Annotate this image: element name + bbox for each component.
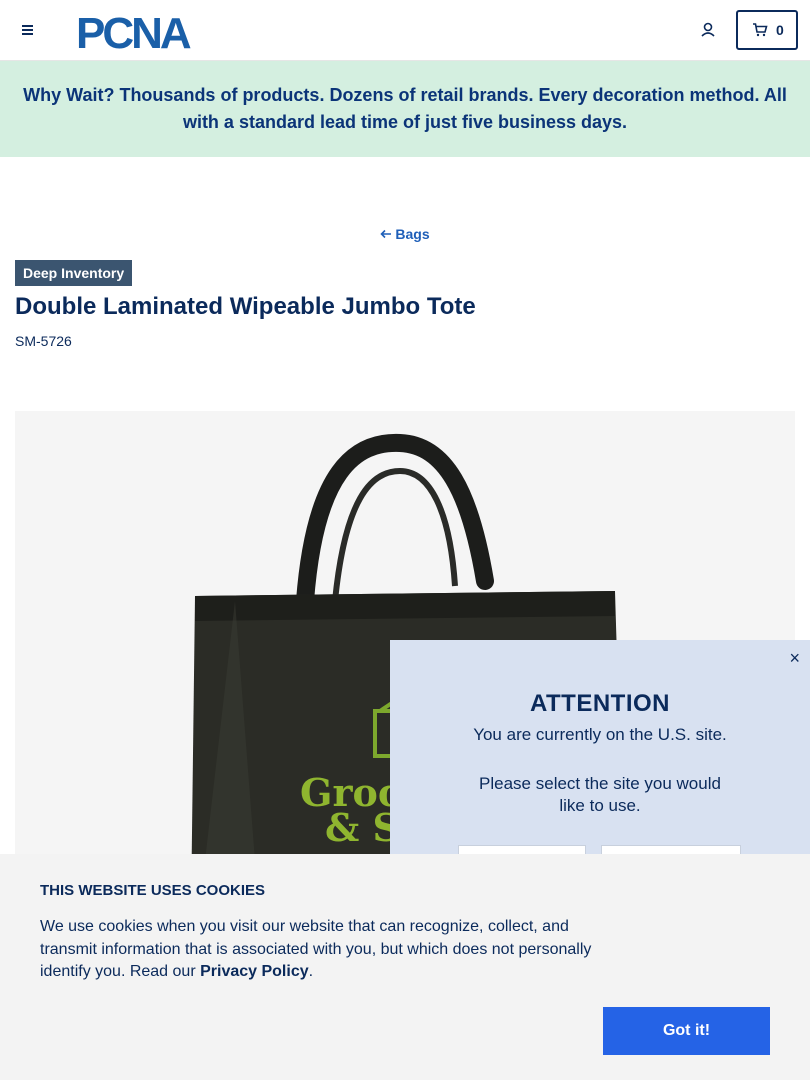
attention-prompt: Please select the site you would like to… — [479, 774, 721, 815]
cookie-text: We use cookies when you visit our websit… — [40, 916, 600, 984]
back-link-label: Bags — [395, 226, 430, 242]
promo-banner-text: Why Wait? Thousands of products. Dozens … — [23, 85, 787, 132]
cookie-title: THIS WEBSITE USES COOKIES — [40, 882, 266, 899]
product-sku: SM-5726 — [15, 333, 72, 349]
attention-modal: × ATTENTION You are currently on the U.S… — [390, 640, 810, 885]
svg-text:PCNA: PCNA — [76, 10, 191, 50]
attention-message: You are currently on the U.S. site. — [473, 725, 727, 744]
account-icon[interactable] — [698, 20, 718, 40]
back-to-category-link[interactable]: Bags — [0, 226, 810, 242]
cookie-text-end: . — [308, 963, 314, 980]
cookie-text-body: We use cookies when you visit our websit… — [40, 918, 592, 980]
privacy-policy-link[interactable]: Privacy Policy — [200, 963, 309, 980]
pcna-logo[interactable]: PCNA — [76, 10, 226, 50]
deep-inventory-badge: Deep Inventory — [15, 260, 133, 286]
svg-text:& S: & S — [325, 805, 400, 850]
cookie-banner: THIS WEBSITE USES COOKIES We use cookies… — [0, 854, 810, 1080]
cart-icon — [753, 23, 768, 37]
promo-banner: Why Wait? Thousands of products. Dozens … — [0, 61, 810, 157]
hamburger-menu-icon[interactable] — [18, 20, 38, 40]
accept-cookies-button[interactable]: Got it! — [603, 1007, 770, 1055]
close-icon[interactable]: × — [789, 648, 800, 669]
arrow-left-icon — [380, 226, 392, 242]
attention-title: ATTENTION — [529, 690, 671, 717]
cart-button[interactable]: 0 — [736, 10, 798, 50]
product-title: Double Laminated Wipeable Jumbo Tote — [15, 293, 476, 320]
site-header: PCNA 0 — [0, 0, 810, 61]
cart-count: 0 — [776, 22, 784, 38]
